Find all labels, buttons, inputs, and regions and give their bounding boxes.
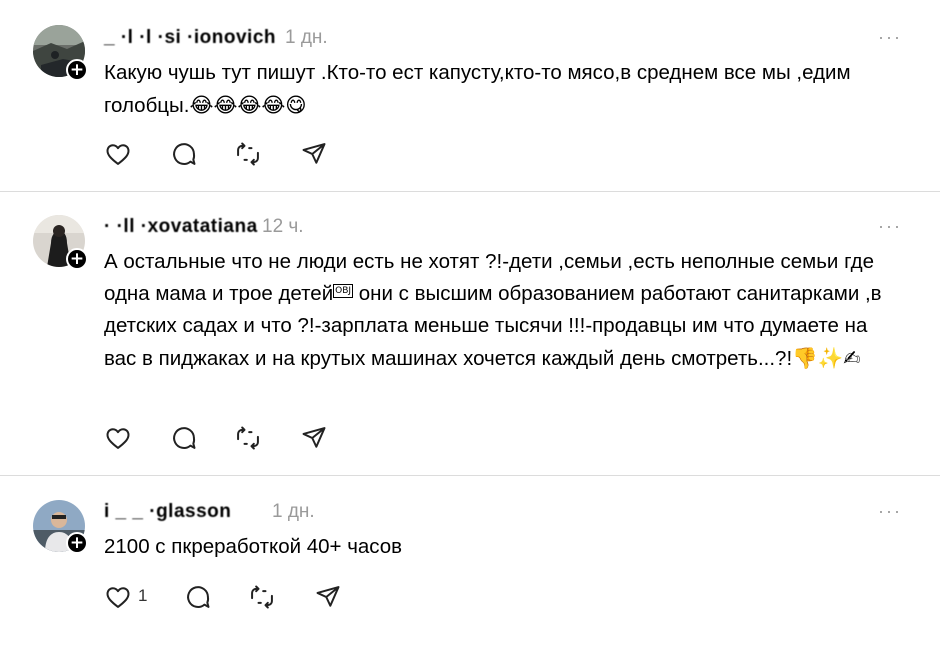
follow-plus-icon[interactable]: + [66, 248, 88, 270]
username[interactable]: _ ·l ·l ·si ·ionovich [104, 27, 276, 49]
repost-icon [237, 142, 259, 166]
share-button[interactable] [300, 140, 330, 170]
username-text: _ ·l ·l ·si ·ionovich [104, 27, 277, 48]
reply-button[interactable] [170, 424, 200, 454]
share-button[interactable] [300, 424, 330, 454]
repost-icon [251, 585, 273, 609]
repost-button[interactable] [248, 583, 278, 613]
like-button[interactable] [104, 140, 134, 170]
username[interactable]: · ·ll ·xovatatiana [104, 216, 258, 238]
more-icon[interactable]: ··· [878, 501, 902, 522]
comment-text: Какую чушь тут пишут .Кто-то ест капусту… [104, 57, 904, 122]
heart-icon [106, 587, 130, 608]
username-text: · ·ll ·xovatatiana [104, 216, 258, 237]
comment-icon [173, 143, 196, 165]
comment-body: 2100 с пкреработкой 40+ часов [104, 535, 403, 558]
repost-icon [237, 426, 259, 450]
comment-icon [173, 427, 196, 449]
emoji-group: 😂😂😂😂😋 [189, 93, 307, 117]
send-icon [302, 427, 326, 448]
send-icon [316, 586, 340, 607]
emoji-group: 👎✨✍ [792, 346, 861, 370]
username-text: i _ _ ·glasson [104, 501, 232, 522]
obj-placeholder: OBJ [333, 284, 354, 298]
comment-text: А остальные что не люди есть не хотят ?!… [104, 246, 894, 375]
timestamp: 12 ч. [262, 216, 304, 237]
heart-icon [106, 428, 130, 449]
send-icon [302, 143, 326, 164]
reply-button[interactable] [170, 140, 200, 170]
timestamp: 1 дн. [285, 27, 328, 48]
heart-icon [106, 144, 130, 165]
timestamp: 1 дн. [272, 501, 315, 522]
comment-text: 2100 с пкреработкой 40+ часов [104, 531, 904, 563]
username[interactable]: i _ _ ·glasson [104, 501, 231, 523]
comment-post: + i _ _ ·glasson 1 дн. ··· 2100 с пкрера… [0, 476, 940, 656]
comment-post: + _ ·l ·l ·si ·ionovich 1 дн. ··· Какую … [0, 0, 940, 190]
more-icon[interactable]: ··· [878, 27, 902, 48]
repost-button[interactable] [234, 424, 264, 454]
share-button[interactable] [314, 583, 344, 613]
comment-post: + · ·ll ·xovatatiana 12 ч. ··· А остальн… [0, 192, 940, 474]
follow-plus-icon[interactable]: + [66, 59, 88, 81]
follow-plus-icon[interactable]: + [66, 532, 88, 554]
like-button[interactable] [104, 424, 134, 454]
more-icon[interactable]: ··· [878, 216, 902, 237]
like-count: 1 [138, 586, 148, 605]
comment-icon [187, 586, 210, 608]
reply-button[interactable] [184, 583, 214, 613]
like-button[interactable] [104, 583, 134, 613]
repost-button[interactable] [234, 140, 264, 170]
